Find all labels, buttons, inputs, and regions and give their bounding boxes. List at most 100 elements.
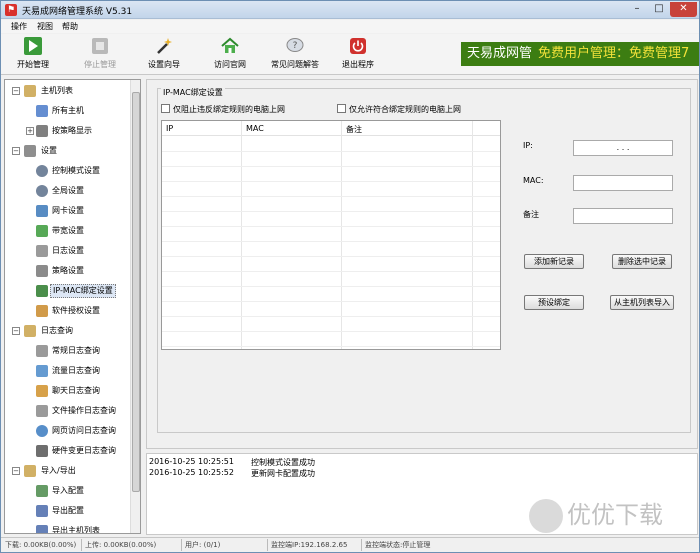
collapse-icon[interactable]: − <box>12 87 20 95</box>
maximize-button[interactable]: □ <box>648 2 670 17</box>
tree-item[interactable]: 导入配置 <box>5 484 130 498</box>
tree-scrollbar[interactable] <box>130 80 140 533</box>
tree-item[interactable]: 流量日志查询 <box>5 364 130 378</box>
collapse-icon[interactable]: − <box>12 467 20 475</box>
tree-item-label: 设置 <box>41 146 57 155</box>
column-note[interactable]: 备注 <box>346 124 362 135</box>
stop-icon <box>92 38 108 54</box>
tree-item-label: 所有主机 <box>52 106 84 115</box>
tree-item[interactable]: 文件操作日志查询 <box>5 404 130 418</box>
faq-button[interactable]: ? 常见问题解答 <box>267 36 323 74</box>
tree-item[interactable]: − 主机列表 <box>5 84 130 98</box>
tree-item-label: 日志查询 <box>41 326 73 335</box>
tree-item-label: 流量日志查询 <box>52 366 100 375</box>
tree-item[interactable]: + 按策略显示 <box>5 124 130 138</box>
tree-item[interactable]: 网页访问日志查询 <box>5 424 130 438</box>
chip-icon <box>36 445 48 457</box>
status-monitor-state: 监控端状态:停止管理 <box>365 541 431 549</box>
toolbar: 开始管理 停止管理 设置向导 访问官网 ? 常见问题解答 退出程序 天易成网管免… <box>1 34 699 75</box>
tree-item[interactable]: − 日志查询 <box>5 324 130 338</box>
tree-item-label: 主机列表 <box>41 86 73 95</box>
gear-icon <box>36 165 48 177</box>
filter-icon <box>36 125 48 137</box>
faq-icon: ? <box>286 38 304 52</box>
wand-icon <box>157 38 172 54</box>
settings-panel: IP-MAC绑定设置 仅阻止违反绑定规则的电脑上网 仅允许符合绑定规则的电脑上网… <box>146 79 698 449</box>
visit-website-button[interactable]: 访问官网 <box>207 36 253 74</box>
exit-button[interactable]: 退出程序 <box>338 36 378 74</box>
tree-item[interactable]: 硬件变更日志查询 <box>5 444 130 458</box>
tree-item-label: 网页访问日志查询 <box>52 426 116 435</box>
setup-wizard-button[interactable]: 设置向导 <box>141 36 187 74</box>
menu-item-help[interactable]: 帮助 <box>62 21 78 32</box>
tree-item[interactable]: 导出配置 <box>5 504 130 518</box>
chat-icon <box>36 385 48 397</box>
tree-item[interactable]: IP-MAC绑定设置 <box>5 284 130 298</box>
minimize-button[interactable]: – <box>626 2 648 17</box>
tree-item-label: IP-MAC绑定设置 <box>50 284 116 298</box>
column-ip[interactable]: IP <box>166 124 173 133</box>
ip-label: IP: <box>523 141 533 150</box>
tree-item[interactable]: − 导入/导出 <box>5 464 130 478</box>
card-icon <box>36 205 48 217</box>
status-bar: 下载: 0.00KB(0.00%) 上传: 0.00KB(0.00%) 用户: … <box>1 537 699 552</box>
collapse-icon[interactable]: − <box>12 327 20 335</box>
column-mac[interactable]: MAC <box>246 124 264 133</box>
tree-item-label: 聊天日志查询 <box>52 386 100 395</box>
stop-manage-button[interactable]: 停止管理 <box>78 36 122 74</box>
delete-record-button[interactable]: 删除选中记录 <box>612 254 672 269</box>
status-download: 下载: 0.00KB(0.00%) <box>5 541 77 549</box>
tree-item-label: 导入配置 <box>52 486 84 495</box>
export-icon <box>36 525 48 533</box>
ip-input[interactable]: . . . <box>573 140 673 156</box>
folder-icon <box>24 85 36 97</box>
menu-item-view[interactable]: 视图 <box>37 21 53 32</box>
banner-highlight: 免费用户管理：免费管理7 <box>538 46 690 61</box>
collapse-icon[interactable]: − <box>12 147 20 155</box>
expand-icon[interactable]: + <box>26 127 34 135</box>
nav-tree: − 主机列表所有主机 + 按策略显示 − 设置控制模式设置 全局设置网卡设置带宽设置日志设置… <box>4 79 141 534</box>
tree-item-label: 按策略显示 <box>52 126 92 135</box>
mac-input[interactable] <box>573 175 673 191</box>
menu-item-operate[interactable]: 操作 <box>11 21 27 32</box>
promo-banner: 天易成网管 免费用户管理：免费管理7 <box>461 42 699 66</box>
tree-item[interactable]: 带宽设置 <box>5 224 130 238</box>
tree-item-label: 导出主机列表 <box>52 526 100 534</box>
binding-table[interactable]: IP MAC 备注 <box>161 120 501 350</box>
watermark: 优优下载 <box>529 495 663 533</box>
folder-icon <box>24 325 36 337</box>
tree-item[interactable]: 策略设置 <box>5 264 130 278</box>
gear-icon <box>36 185 48 197</box>
tree-item[interactable]: 聊天日志查询 <box>5 384 130 398</box>
import-from-hosts-button[interactable]: 从主机列表导入 <box>610 295 674 310</box>
status-users: 用户: (0/1) <box>185 541 221 549</box>
tree-item[interactable]: 导出主机列表 <box>5 524 130 534</box>
key-icon <box>36 305 48 317</box>
window-title: 天易成网络管理系统 V5.31 <box>22 7 133 17</box>
tree-item-label: 全局设置 <box>52 186 84 195</box>
tree-item-label: 控制模式设置 <box>52 166 100 175</box>
tree-item[interactable]: 网卡设置 <box>5 204 130 218</box>
chart-icon <box>36 365 48 377</box>
block-violators-checkbox[interactable]: 仅阻止违反绑定规则的电脑上网 <box>161 104 285 115</box>
tree-item-label: 硬件变更日志查询 <box>52 446 116 455</box>
tree-item[interactable]: 全局设置 <box>5 184 130 198</box>
tree-item[interactable]: − 设置 <box>5 144 130 158</box>
tree-item[interactable]: 所有主机 <box>5 104 130 118</box>
doc-icon <box>36 245 48 257</box>
mac-label: MAC: <box>523 176 544 185</box>
add-record-button[interactable]: 添加新记录 <box>524 254 584 269</box>
tree-item[interactable]: 控制模式设置 <box>5 164 130 178</box>
scrollbar-thumb[interactable] <box>132 92 140 492</box>
close-button[interactable]: ✕ <box>670 2 697 17</box>
start-manage-button[interactable]: 开始管理 <box>11 36 55 74</box>
allow-compliant-checkbox[interactable]: 仅允许符合绑定规则的电脑上网 <box>337 104 461 115</box>
tree-item-label: 软件授权设置 <box>52 306 100 315</box>
tree-item[interactable]: 常规日志查询 <box>5 344 130 358</box>
tree-item[interactable]: 日志设置 <box>5 244 130 258</box>
title-bar[interactable]: ⚑ 天易成网络管理系统 V5.31 – □ ✕ <box>1 1 699 19</box>
tree-item-label: 策略设置 <box>52 266 84 275</box>
note-input[interactable] <box>573 208 673 224</box>
preset-binding-button[interactable]: 预设绑定 <box>524 295 584 310</box>
tree-item[interactable]: 软件授权设置 <box>5 304 130 318</box>
